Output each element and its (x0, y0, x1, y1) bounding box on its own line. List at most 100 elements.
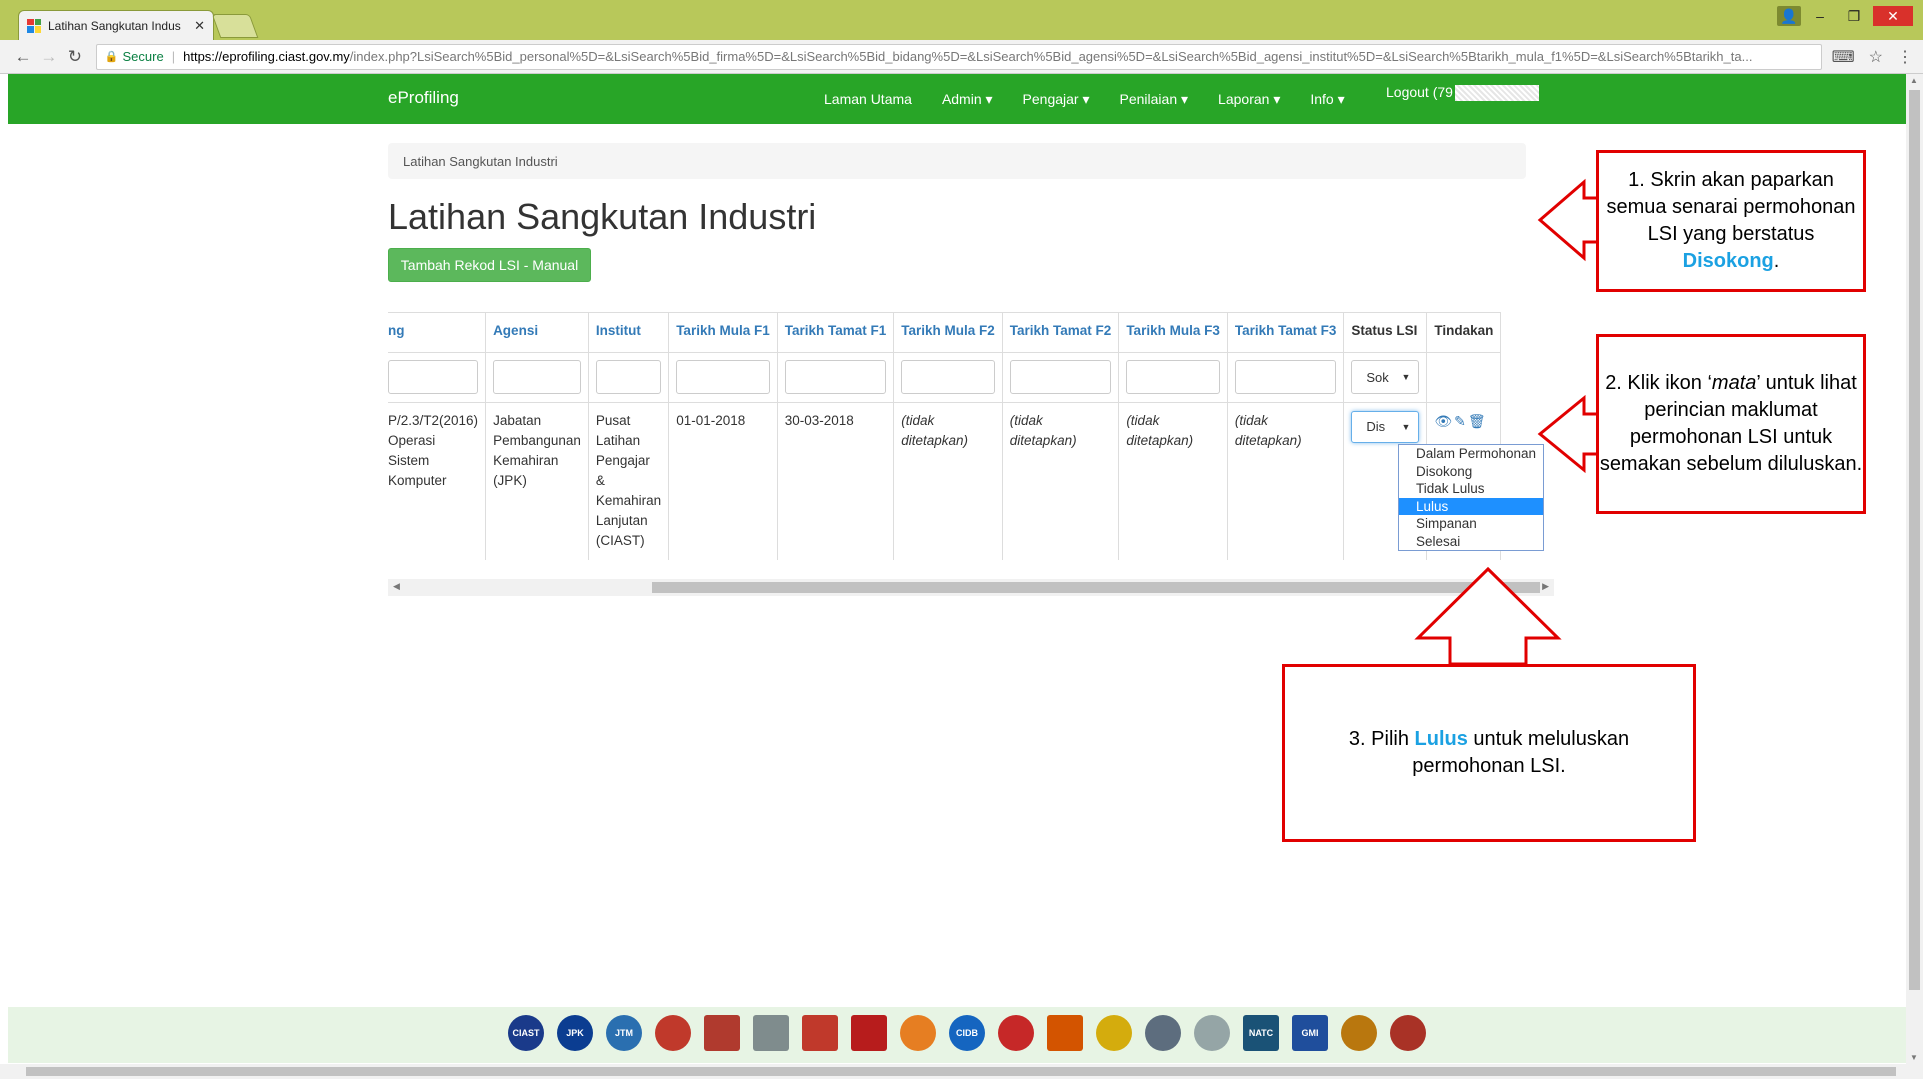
agency-logo-5 (704, 1015, 740, 1051)
page-horizontal-scrollbar[interactable] (0, 1064, 1923, 1079)
logout-label: Logout (79 (1386, 84, 1453, 100)
menu-laman-utama[interactable]: Laman Utama (824, 91, 912, 108)
browser-menu-icon[interactable]: ⋮ (1897, 47, 1913, 67)
cell-mula-f2: (tidak ditetapkan) (893, 402, 1003, 560)
agency-logo-14 (1145, 1015, 1181, 1051)
col-tarikh-mula-f3[interactable]: Tarikh Mula F3 (1118, 312, 1228, 353)
tab-close-icon[interactable]: ✕ (194, 18, 205, 34)
url-input[interactable]: 🔒 Secure | https://eprofiling.ciast.gov.… (95, 43, 1822, 70)
agency-logo-7 (802, 1015, 838, 1051)
filter-tamat-f2-input[interactable] (1009, 360, 1112, 394)
cell-institut: Pusat Latihan Pengajar & Kemahiran Lanju… (587, 402, 670, 560)
filter-mula-f3-input[interactable] (1126, 360, 1220, 394)
option-disokong[interactable]: Disokong (1399, 463, 1543, 481)
main-menu: Laman Utama Admin ▾ Pengajar ▾ Penilaian… (824, 91, 1375, 108)
lsi-table-container: ng Agensi Institut Tarikh Mula F1 Tarikh… (388, 312, 1554, 560)
redacted-username (1454, 85, 1539, 102)
url-path: /index.php?LsiSearch%5Bid_personal%5D=&L… (349, 49, 1753, 64)
col-agensi[interactable]: Agensi (485, 312, 589, 353)
table-horizontal-scrollbar[interactable]: ◀ ▶ (388, 579, 1554, 596)
jtm-logo: JTM (606, 1015, 642, 1051)
close-window-icon[interactable]: ✕ (1873, 6, 1913, 26)
menu-info[interactable]: Info ▾ (1310, 91, 1344, 108)
menu-penilaian[interactable]: Penilaian ▾ (1120, 91, 1189, 108)
bookmark-star-icon[interactable]: ☆ (1869, 47, 1883, 67)
address-bar: ← → ↻ 🔒 Secure | https://eprofiling.cias… (0, 40, 1923, 74)
breadcrumb: Latihan Sangkutan Industri (388, 143, 1526, 179)
agency-logo-13 (1096, 1015, 1132, 1051)
filter-tamat-f3-input[interactable] (1234, 360, 1337, 394)
secure-label: Secure (122, 49, 164, 64)
cell-bidang: P/2.3/T2(2016) Operasi Sistem Komputer (388, 413, 479, 488)
col-tarikh-tamat-f2[interactable]: Tarikh Tamat F2 (1001, 312, 1120, 353)
horizontal-scroll-thumb[interactable] (652, 582, 1540, 593)
option-selesai[interactable]: Selesai (1399, 533, 1543, 551)
scroll-up-icon[interactable]: ▲ (1910, 76, 1918, 85)
agency-logo-6 (753, 1015, 789, 1051)
add-lsi-manual-button[interactable]: Tambah Rekod LSI - Manual (388, 248, 591, 282)
footer-logos-bar: CIAST JPK JTM CIDB NATC GMI (8, 1007, 1906, 1063)
logout-link[interactable]: Logout (79 (1386, 84, 1539, 102)
col-bidang[interactable]: ng (388, 312, 487, 353)
browser-tab[interactable]: Latihan Sangkutan Indus ✕ (18, 10, 214, 40)
pencil-icon[interactable]: ✎ (1454, 411, 1466, 431)
vertical-scroll-thumb[interactable] (1909, 90, 1920, 990)
filter-status-select[interactable]: Sok ▼ (1351, 360, 1420, 394)
filter-institut-input[interactable] (595, 360, 662, 394)
new-tab-button[interactable] (211, 14, 259, 38)
col-tarikh-mula-f2[interactable]: Tarikh Mula F2 (893, 312, 1003, 353)
table-row: P/2.3/T2(2016) Operasi Sistem Komputer J… (388, 402, 1502, 560)
eye-icon[interactable]: 👁 (1434, 411, 1452, 431)
forward-icon[interactable]: → (36, 47, 62, 67)
agency-logo-15 (1194, 1015, 1230, 1051)
filter-bidang-input[interactable] (388, 360, 479, 394)
col-tarikh-tamat-f3[interactable]: Tarikh Tamat F3 (1226, 312, 1345, 353)
restore-icon[interactable]: ❐ (1839, 6, 1869, 26)
filter-row: Sok ▼ (388, 352, 1502, 403)
filter-mula-f1-input[interactable] (676, 360, 770, 394)
menu-pengajar[interactable]: Pengajar ▾ (1023, 91, 1090, 108)
col-tarikh-mula-f1[interactable]: Tarikh Mula F1 (668, 312, 778, 353)
callout-3: 3. Pilih Lulus untuk meluluskan permohon… (1282, 664, 1696, 842)
menu-laporan[interactable]: Laporan ▾ (1218, 91, 1280, 108)
option-dalam-permohonan[interactable]: Dalam Permohonan (1399, 445, 1543, 463)
cell-mula-f3: (tidak ditetapkan) (1118, 402, 1228, 560)
minimize-icon[interactable]: – (1805, 6, 1835, 26)
translate-icon[interactable]: ⌨ (1832, 47, 1855, 67)
filter-agensi-input[interactable] (493, 360, 581, 394)
col-tarikh-tamat-f1[interactable]: Tarikh Tamat F1 (776, 312, 895, 353)
menu-admin[interactable]: Admin ▾ (942, 91, 993, 108)
option-simpanan[interactable]: Simpanan (1399, 515, 1543, 533)
status-select[interactable]: Dis ▼ (1351, 411, 1420, 443)
callout-3-arrow-icon (1414, 566, 1562, 666)
browser-titlebar: Latihan Sangkutan Indus ✕ 👤 – ❐ ✕ (0, 0, 1923, 45)
vertical-scrollbar[interactable]: ▲ ▼ (1906, 74, 1923, 1064)
agency-logo-9 (900, 1015, 936, 1051)
lock-icon: 🔒 (104, 51, 119, 63)
option-tidak-lulus[interactable]: Tidak Lulus (1399, 480, 1543, 498)
reload-icon[interactable]: ↻ (62, 47, 88, 67)
lsi-table: ng Agensi Institut Tarikh Mula F1 Tarikh… (388, 312, 1502, 560)
back-icon[interactable]: ← (10, 47, 36, 67)
callout-2: 2. Klik ikon ‘mata’ untuk lihat perincia… (1596, 334, 1866, 514)
cidb-logo: CIDB (949, 1015, 985, 1051)
tab-title: Latihan Sangkutan Indus (48, 18, 181, 33)
profile-icon[interactable]: 👤 (1777, 6, 1801, 26)
agency-logo-19 (1390, 1015, 1426, 1051)
col-institut[interactable]: Institut (587, 312, 670, 353)
filter-mula-f2-input[interactable] (901, 360, 995, 394)
favicon-icon (27, 18, 41, 33)
trash-icon[interactable]: 🗑 (1468, 411, 1486, 431)
scroll-left-icon[interactable]: ◀ (393, 581, 400, 592)
filter-tamat-f1-input[interactable] (784, 360, 887, 394)
page-horizontal-scroll-thumb[interactable] (26, 1067, 1896, 1076)
brand-logo[interactable]: eProfiling (388, 88, 459, 108)
natc-logo: NATC (1243, 1015, 1279, 1051)
agency-logo-12 (1047, 1015, 1083, 1051)
chevron-down-icon: ▼ (1401, 422, 1411, 432)
option-lulus[interactable]: Lulus (1399, 497, 1543, 515)
cell-tamat-f1: 30-03-2018 (776, 402, 895, 560)
scroll-down-icon[interactable]: ▼ (1910, 1053, 1918, 1062)
callout-1: 1. Skrin akan paparkan semua senarai per… (1596, 150, 1866, 292)
url-host: https://eprofiling.ciast.gov.my (183, 49, 350, 64)
